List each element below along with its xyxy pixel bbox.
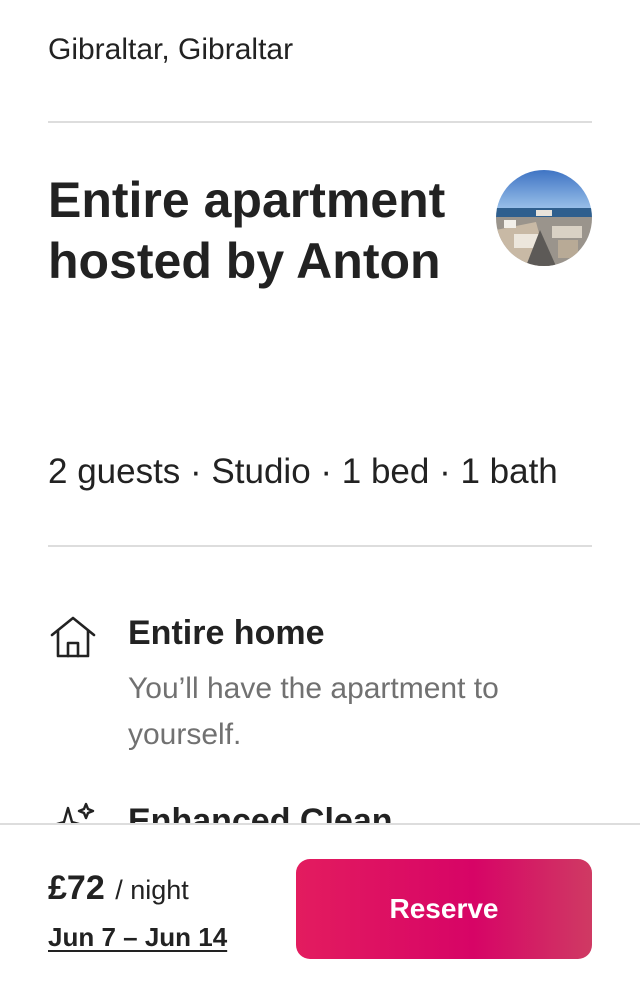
host-avatar[interactable]	[496, 170, 592, 266]
date-range-link[interactable]: Jun 7 – Jun 14	[48, 921, 227, 953]
highlight-description: You’ll have the apartment to yourself.	[128, 672, 499, 751]
listing-title: Entire apartment hosted by Anton	[48, 172, 446, 289]
highlight-title: Entire home	[128, 614, 325, 652]
divider	[48, 545, 592, 547]
booking-footer: £72 / night Jun 7 – Jun 14 Reserve	[0, 823, 640, 992]
price-row: £72 / night	[48, 869, 189, 908]
nightly-price: £72	[48, 869, 105, 907]
reserve-button[interactable]: Reserve	[296, 859, 592, 959]
home-icon	[48, 612, 98, 662]
listing-details: 2 guests · Studio · 1 bed · 1 bath	[48, 452, 558, 491]
highlight-entire-home: Entire home You’ll have the apartment to…	[48, 612, 592, 762]
per-night-label: / night	[115, 875, 189, 905]
location-text: Gibraltar, Gibraltar	[48, 33, 294, 66]
host-avatar-image	[496, 170, 592, 266]
divider	[48, 121, 592, 123]
